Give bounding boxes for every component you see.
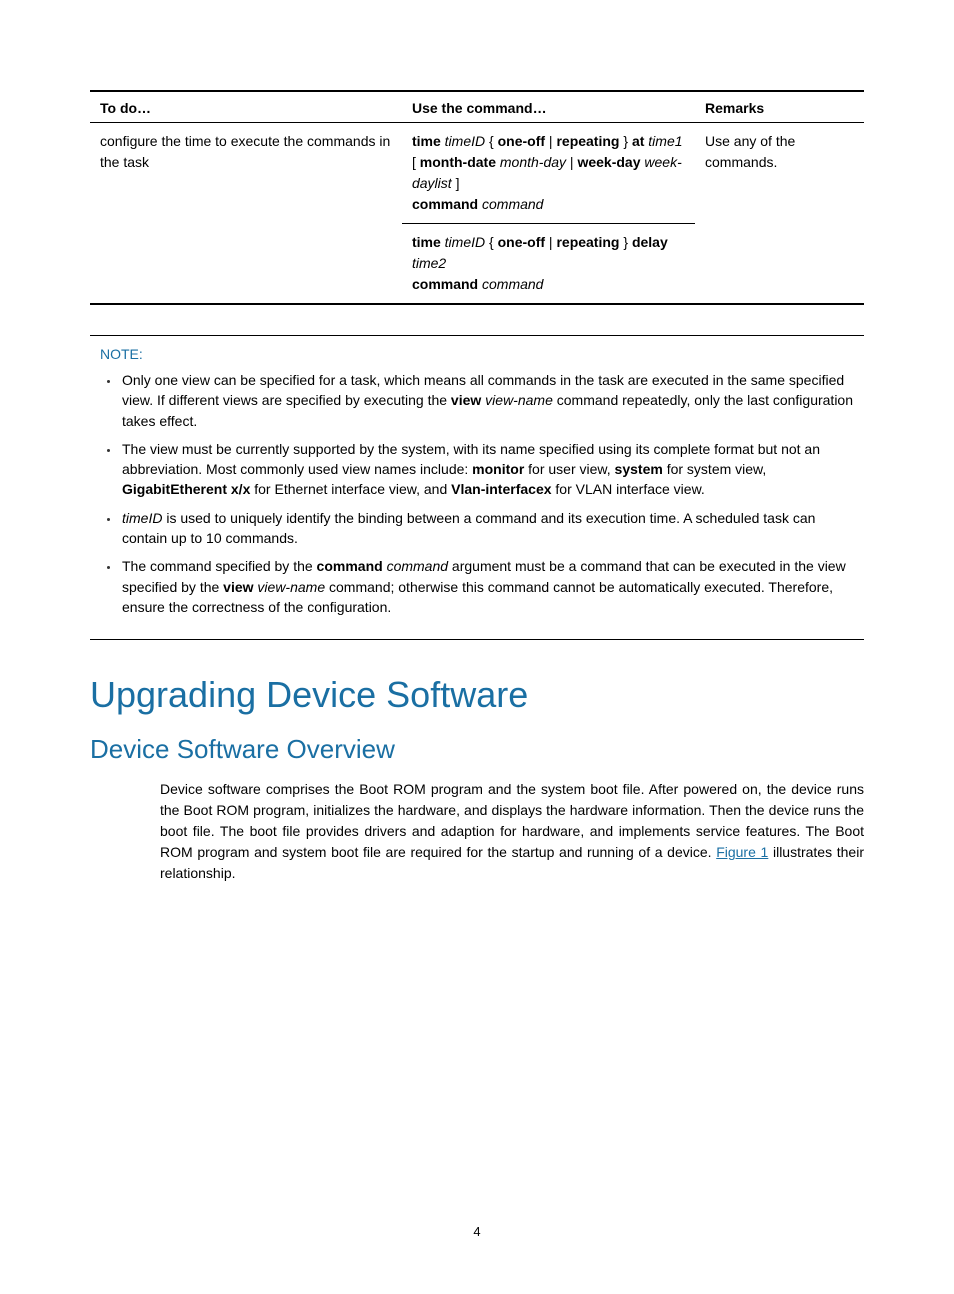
heading-overview: Device Software Overview [90, 734, 864, 765]
cmd-cell-2: time timeID { one-off | repeating } dela… [402, 224, 695, 305]
remarks-cell: Use any of the commands. [695, 123, 864, 305]
note-item: Only one view can be specified for a tas… [120, 370, 864, 431]
cmd-cell-1: time timeID { one-off | repeating } at t… [402, 123, 695, 224]
note-label: NOTE: [90, 346, 864, 362]
note-list: Only one view can be specified for a tas… [90, 370, 864, 617]
note-box: NOTE: Only one view can be specified for… [90, 335, 864, 640]
col-cmd: Use the command… [402, 91, 695, 123]
col-remarks: Remarks [695, 91, 864, 123]
todo-cell: configure the time to execute the comman… [90, 123, 402, 305]
col-todo: To do… [90, 91, 402, 123]
overview-paragraph: Device software comprises the Boot ROM p… [90, 779, 864, 884]
figure-1-link[interactable]: Figure 1 [716, 844, 768, 860]
note-item: The view must be currently supported by … [120, 439, 864, 500]
note-item: timeID is used to uniquely identify the … [120, 508, 864, 549]
note-item: The command specified by the command com… [120, 556, 864, 617]
page-number: 4 [90, 1224, 864, 1239]
command-table: To do… Use the command… Remarks configur… [90, 90, 864, 305]
table-row: configure the time to execute the comman… [90, 123, 864, 224]
heading-upgrading: Upgrading Device Software [90, 674, 864, 716]
